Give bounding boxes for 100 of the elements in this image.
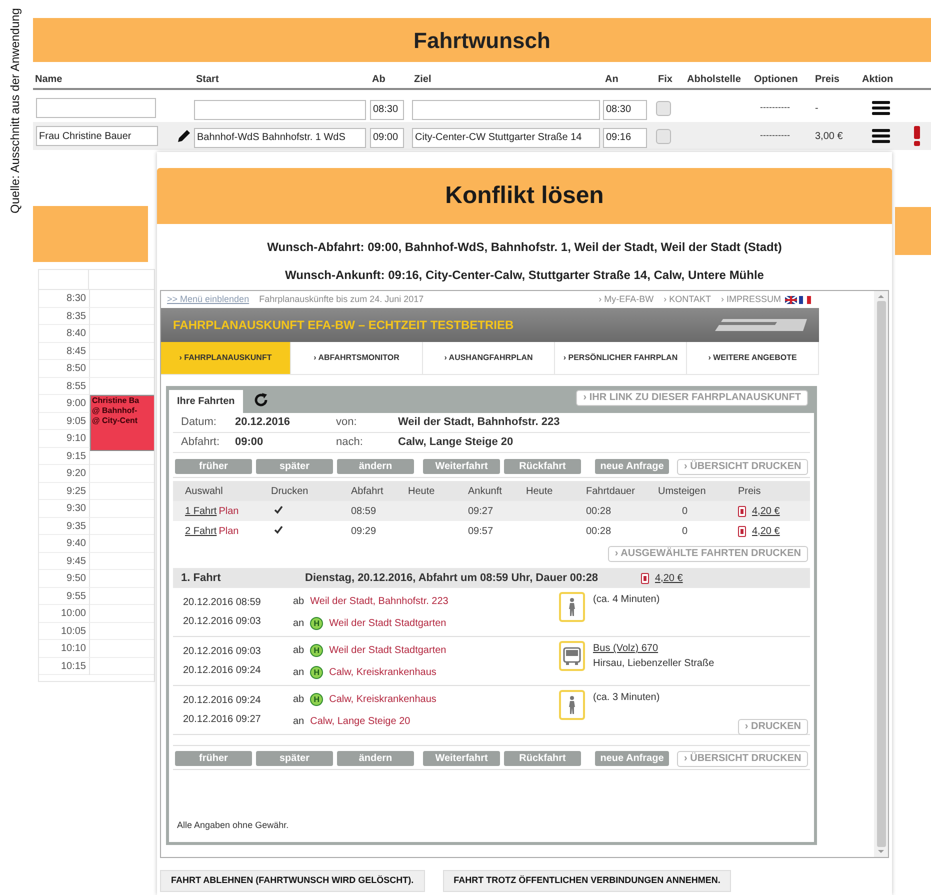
time-label: 8:30 — [66, 292, 87, 306]
plan-link[interactable]: Plan — [218, 504, 239, 518]
column-header: Heute — [408, 484, 436, 498]
time-label: 8:40 — [66, 327, 87, 341]
print-checkbox[interactable] — [273, 524, 283, 534]
dialog-title: Konflikt lösen — [445, 181, 604, 211]
request-summary: Wunsch-Abfahrt: 09:00, Bahnhof-WdS, Bahnhofstr. 1, Weil der Stadt, Weil der Stadt (Stadt) — [267, 239, 782, 255]
ticket-icon — [738, 506, 746, 516]
stop-name[interactable]: Calw, Lange Steige 20 — [310, 714, 410, 728]
result-row[interactable]: 1 Fahrt Plan 08:59 09:27 00:28 0 4,20 € — [173, 501, 810, 521]
pencil-icon[interactable] — [176, 128, 192, 144]
direction-label: ab — [293, 594, 304, 608]
banner-title: FAHRPLANAUSKUNFT EFA-BW – ECHTZEIT TESTBETRIEB — [173, 317, 514, 334]
leg-info: Hirsau, Liebenzeller Straße — [593, 657, 714, 671]
leg-info: (ca. 4 Minuten) — [593, 593, 660, 607]
time-label: 8:50 — [66, 362, 87, 376]
price-link[interactable]: 4,20 € — [752, 504, 780, 518]
time-label: 9:45 — [66, 554, 87, 568]
top-link[interactable]: › KONTAKT — [664, 292, 711, 306]
refresh-icon[interactable] — [252, 392, 269, 408]
column-header: Umsteigen — [658, 484, 707, 498]
query-value: 09:00 — [235, 435, 264, 450]
arrival-time: 20.12.2016 09:24 — [183, 664, 262, 678]
trip-link[interactable]: 2 Fahrt — [185, 524, 217, 538]
trip-link[interactable]: 1 Fahrt — [185, 504, 217, 518]
menu-icon[interactable] — [872, 129, 890, 143]
time-label: 9:10 — [66, 432, 87, 446]
departure-cell-text: 09:29 — [351, 524, 378, 538]
stop-badge: H — [310, 644, 324, 656]
column-header: Aktion — [861, 72, 894, 86]
line-link[interactable]: Bus (Volz) 670 — [593, 641, 714, 656]
time-field[interactable]: 08:30 — [603, 100, 647, 120]
duration-cell-text: 00:28 — [586, 524, 612, 538]
time-label: 9:50 — [66, 572, 87, 586]
ticket-icon — [738, 526, 746, 536]
fix-checkbox[interactable] — [656, 100, 671, 116]
transfers-cell: 0 — [682, 506, 688, 516]
column-header: Abfahrt — [351, 484, 384, 498]
price-link[interactable]: 4,20 € — [655, 570, 683, 586]
time-label: 10:15 — [60, 660, 87, 674]
name-field[interactable] — [36, 98, 156, 118]
name-field[interactable]: Frau Christine Bauer — [36, 126, 158, 146]
disclaimer-text: Alle Angaben ohne Gewähr. — [177, 818, 289, 832]
time-field[interactable]: 09:00 — [370, 128, 404, 148]
query-value: Calw, Lange Steige 20 — [398, 435, 514, 450]
time-field[interactable]: 08:30 — [370, 100, 404, 120]
column-header: Abholstelle — [686, 72, 742, 86]
top-link[interactable]: › My-EFA-BW — [598, 292, 654, 306]
time-label: 9:00 — [66, 397, 87, 411]
column-header: Ab — [371, 72, 386, 86]
stop-name[interactable]: Weil der Stadt Stadtgarten — [329, 616, 446, 630]
column-header: Ziel — [413, 72, 432, 86]
query-value: 20.12.2016 — [235, 415, 292, 430]
stop-badge: H — [310, 666, 324, 678]
destination-field[interactable] — [412, 100, 600, 120]
menu-icon[interactable] — [872, 101, 890, 115]
time-field[interactable]: 09:16 — [603, 128, 647, 148]
fr-flag-icon[interactable] — [799, 296, 811, 304]
nav-tab[interactable]: › FAHRPLANAUSKUNFT — [161, 342, 291, 374]
direction-label: an — [293, 714, 304, 728]
event-text: @ Bahnhof- — [92, 406, 138, 416]
top-link[interactable]: › IMPRESSUM — [720, 292, 781, 306]
time-label: 9:20 — [66, 467, 87, 481]
notice-text: Fahrplanauskünfte bis zum 24. Juni 2017 — [259, 292, 424, 306]
price-link[interactable]: 4,20 € — [752, 524, 780, 538]
column-header: Ankunft — [468, 484, 503, 498]
transfers-cell: 0 — [682, 526, 688, 536]
price-text: 3,00 € — [815, 130, 843, 142]
departure-time: 20.12.2016 08:59 — [183, 596, 262, 610]
time-label: 9:35 — [66, 520, 87, 534]
options-text: ---------- — [760, 102, 790, 112]
stop-name[interactable]: Calw, Kreiskrankenhaus — [329, 664, 436, 680]
section-header-bar — [895, 207, 931, 255]
time-label: 9:40 — [66, 537, 87, 551]
plan-link[interactable]: Plan — [218, 524, 239, 538]
action-button[interactable]: FAHRT TROTZ ÖFFENTLICHEN VERBINDUNGEN ANNEHMEN. — [442, 870, 732, 892]
query-label: von: — [336, 415, 358, 430]
event-text: @ City-Cent — [92, 416, 139, 426]
direction-label: ab — [293, 644, 304, 658]
price-text: - — [815, 102, 818, 114]
start-field[interactable] — [194, 100, 366, 120]
column-header: Preis — [738, 484, 762, 498]
leg-info: (ca. 3 Minuten) — [593, 691, 660, 705]
source-note: Quelle: Ausschnitt aus der Anwendung — [7, 8, 23, 214]
uk-flag-icon[interactable] — [785, 296, 797, 304]
print-checkbox[interactable] — [273, 504, 283, 514]
fix-checkbox[interactable] — [656, 128, 671, 144]
stop-name[interactable]: Calw, Kreiskrankenhaus — [329, 692, 436, 706]
duration-cell-text: 00:28 — [586, 504, 612, 518]
start-field[interactable]: Bahnhof-WdS Bahnhofstr. 1 WdS — [194, 128, 366, 148]
stop-name[interactable]: Weil der Stadt, Bahnhofstr. 223 — [310, 594, 448, 608]
column-header: An — [604, 72, 620, 86]
action-button[interactable]: FAHRT ABLEHNEN (FAHRTWUNSCH WIRD GELÖSCHT). — [160, 870, 425, 892]
stop-name[interactable]: Weil der Stadt Stadtgarten — [329, 642, 446, 658]
destination-field[interactable]: City-Center-CW Stuttgarter Straße 14 — [412, 128, 600, 148]
calendar-event[interactable]: Christine Ba @ Bahnhof- @ City-Cent — [90, 395, 154, 451]
departure-cell-text: 08:59 — [351, 504, 378, 518]
options-text: ---------- — [760, 130, 790, 140]
trips-tab[interactable]: Ihre Fahrten — [169, 390, 243, 413]
query-label: Datum: — [180, 415, 218, 430]
